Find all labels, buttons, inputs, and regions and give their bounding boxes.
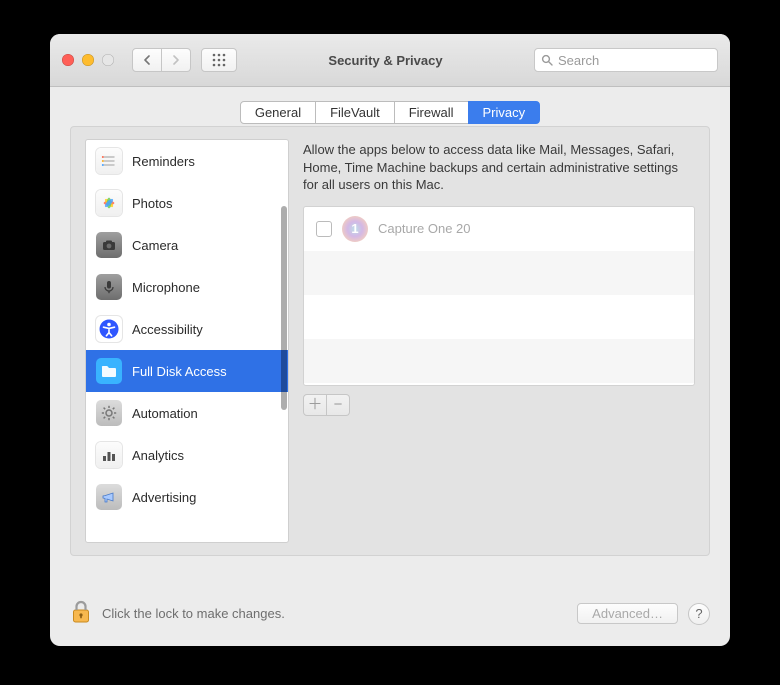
sidebar-item-label: Photos <box>132 196 172 211</box>
add-app-button[interactable]: ＋ <box>303 394 327 416</box>
sidebar-item-label: Automation <box>132 406 198 421</box>
right-pane: Allow the apps below to access data like… <box>303 139 695 543</box>
minimize-window[interactable] <box>82 54 94 66</box>
app-row-empty <box>304 295 694 339</box>
sidebar-item-label: Advertising <box>132 490 196 505</box>
category-sidebar[interactable]: Reminders Photos <box>85 139 289 543</box>
folder-icon <box>96 358 122 384</box>
sidebar-item-reminders[interactable]: Reminders <box>86 140 288 182</box>
sidebar-item-advertising[interactable]: Advertising <box>86 476 288 518</box>
lock-text: Click the lock to make changes. <box>102 606 285 621</box>
sidebar-item-label: Analytics <box>132 448 184 463</box>
back-button[interactable] <box>132 48 162 72</box>
content-frame: Reminders Photos <box>70 126 710 556</box>
sidebar-item-label: Full Disk Access <box>132 364 227 379</box>
app-row-empty <box>304 251 694 295</box>
scrollbar-thumb[interactable] <box>281 206 287 410</box>
tab-general[interactable]: General <box>240 101 316 124</box>
camera-icon <box>96 232 122 258</box>
remove-app-button[interactable]: − <box>327 394 350 416</box>
window-title: Security & Privacy <box>247 53 524 68</box>
sidebar-item-label: Microphone <box>132 280 200 295</box>
tab-privacy[interactable]: Privacy <box>468 101 541 124</box>
close-window[interactable] <box>62 54 74 66</box>
lock-icon[interactable] <box>70 599 92 628</box>
microphone-icon <box>96 274 122 300</box>
megaphone-icon <box>96 484 122 510</box>
sidebar-item-camera[interactable]: Camera <box>86 224 288 266</box>
add-remove-buttons: ＋ − <box>303 394 695 416</box>
sidebar-item-full-disk-access[interactable]: Full Disk Access <box>86 350 288 392</box>
window-toolbar: Security & Privacy Search <box>50 34 730 87</box>
minus-icon: − <box>334 397 343 412</box>
advanced-button[interactable]: Advanced… <box>577 603 678 624</box>
accessibility-icon <box>96 316 122 342</box>
sidebar-item-automation[interactable]: Automation <box>86 392 288 434</box>
search-placeholder: Search <box>558 53 599 68</box>
chevron-right-icon <box>172 55 180 65</box>
tab-filevault[interactable]: FileVault <box>315 101 395 124</box>
plus-icon: ＋ <box>307 397 322 412</box>
sidebar-item-label: Reminders <box>132 154 195 169</box>
show-all-button[interactable] <box>201 48 237 72</box>
sidebar-item-label: Camera <box>132 238 178 253</box>
traffic-lights <box>62 54 114 66</box>
sidebar-item-accessibility[interactable]: Accessibility <box>86 308 288 350</box>
help-button[interactable]: ? <box>688 603 710 625</box>
app-row[interactable]: 1 Capture One 20 <box>304 207 694 251</box>
sidebar-item-microphone[interactable]: Microphone <box>86 266 288 308</box>
tab-firewall[interactable]: Firewall <box>394 101 469 124</box>
description-text: Allow the apps below to access data like… <box>303 139 695 206</box>
app-label: Capture One 20 <box>378 221 471 236</box>
forward-button[interactable] <box>162 48 191 72</box>
bar-chart-icon <box>96 442 122 468</box>
app-checkbox[interactable] <box>316 221 332 237</box>
search-icon <box>541 54 553 66</box>
sidebar-item-analytics[interactable]: Analytics <box>86 434 288 476</box>
photos-icon <box>96 190 122 216</box>
grid-icon <box>212 53 226 67</box>
search-field[interactable]: Search <box>534 48 718 72</box>
sidebar-item-photos[interactable]: Photos <box>86 182 288 224</box>
preferences-window: Security & Privacy Search General FileVa… <box>50 34 730 646</box>
app-icon-glyph: 1 <box>351 221 358 236</box>
nav-buttons <box>132 48 191 72</box>
tab-bar: General FileVault Firewall Privacy <box>50 101 730 124</box>
sidebar-item-label: Accessibility <box>132 322 203 337</box>
footer: Click the lock to make changes. Advanced… <box>70 599 710 628</box>
reminders-icon <box>96 148 122 174</box>
capture-one-icon: 1 <box>342 216 368 242</box>
app-row-empty <box>304 339 694 383</box>
gear-icon <box>96 400 122 426</box>
app-list: 1 Capture One 20 <box>303 206 695 386</box>
chevron-left-icon <box>143 55 151 65</box>
zoom-window[interactable] <box>102 54 114 66</box>
